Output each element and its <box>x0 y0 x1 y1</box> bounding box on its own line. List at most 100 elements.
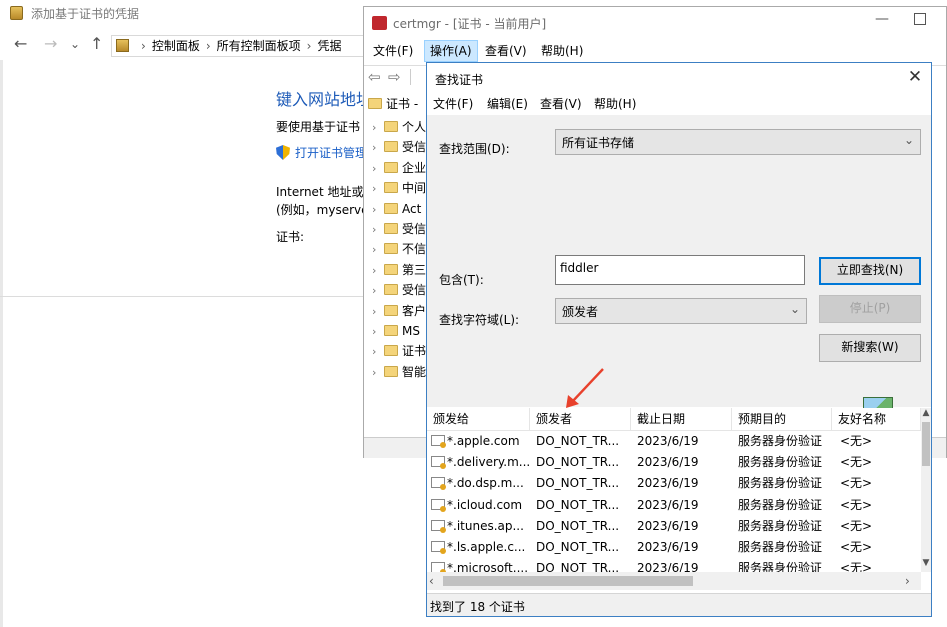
chevron-right-icon: › <box>372 161 377 175</box>
folder-icon <box>384 202 398 214</box>
column-purpose[interactable]: 预期目的 <box>732 408 832 430</box>
result-count: 找到了 18 个证书 <box>430 600 525 614</box>
table-row[interactable]: *.ls.apple.c... DO_NOT_TR... 2023/6/19 服务器身… <box>427 537 921 558</box>
certmgr-menubar: 文件(F) 操作(A) 查看(V) 帮助(H) <box>364 40 946 62</box>
window-edge <box>0 60 3 627</box>
table-cell: DO_NOT_TR... <box>536 455 620 470</box>
table-cell: <无> <box>840 434 873 448</box>
find-certificates-dialog: 查找证书 ✕ 文件(F) 编辑(E) 查看(V) 帮助(H) 查找范围(D): … <box>426 62 932 617</box>
certmgr-tree: 证书 - › 个人 › 受信 › 企业 › 中间 › Act › 受信 › 不信 › 第三 › 受信 › 客户 › MS ›… <box>364 91 426 431</box>
scroll-down-icon[interactable]: ▼ <box>921 558 931 570</box>
scroll-up-icon[interactable]: ▲ <box>921 408 931 420</box>
certificate-label: 证书: <box>276 230 305 244</box>
table-row[interactable]: *.icloud.com DO_NOT_TR... 2023/6/19 服务器身份验证… <box>427 495 921 516</box>
tree-item[interactable]: › 受信 <box>372 219 432 239</box>
table-cell: <无> <box>840 540 873 554</box>
find-now-button[interactable]: 立即查找(N) <box>819 257 921 285</box>
window-title: 添加基于证书的凭据 <box>31 7 140 21</box>
breadcrumb-credentials[interactable]: 凭据 <box>317 39 341 53</box>
table-cell: DO_NOT_TR... <box>536 434 620 448</box>
chevron-right-icon: › <box>306 39 312 53</box>
folder-icon <box>384 365 398 377</box>
certificate-icon <box>431 477 446 491</box>
vertical-scrollbar[interactable]: ▲ ▼ <box>921 408 931 572</box>
tree-item[interactable]: › 客户 <box>372 301 432 321</box>
credential-icon <box>10 6 23 20</box>
table-cell: <无> <box>840 455 873 470</box>
table-cell: 服务器身份验证 <box>738 497 823 512</box>
up-arrow-icon[interactable]: ↑ <box>90 34 103 54</box>
horizontal-scrollbar[interactable]: ‹ › <box>427 572 921 590</box>
new-search-button[interactable]: 新搜索(W) <box>819 334 921 362</box>
menu-action[interactable]: 操作(A) <box>424 40 478 62</box>
dialog-menu-view[interactable]: 查看(V) <box>540 95 582 112</box>
open-cert-manager-link[interactable]: 打开证书管理 <box>276 144 367 161</box>
column-expiration[interactable]: 截止日期 <box>631 408 732 430</box>
minimize-icon[interactable]: — <box>872 11 892 31</box>
table-cell: *.do.dsp.m... <box>431 473 529 494</box>
table-cell: *.itunes.ap... <box>431 516 529 537</box>
table-cell: *.delivery.m... <box>431 452 529 473</box>
table-row[interactable]: *.do.dsp.m... DO_NOT_TR... 2023/6/19 服务器身份验… <box>427 473 921 494</box>
tree-item[interactable]: › 智能 <box>372 362 432 382</box>
forward-toolbar-icon[interactable]: ⇨ <box>388 68 401 86</box>
table-cell: 服务器身份验证 <box>738 518 823 533</box>
table-row[interactable]: *.delivery.m... DO_NOT_TR... 2023/6/19 服务器身… <box>427 452 921 473</box>
breadcrumb-control-panel[interactable]: 控制面板 <box>152 39 200 53</box>
scroll-left-icon[interactable]: ‹ <box>429 574 434 588</box>
back-toolbar-icon[interactable]: ⇦ <box>368 68 381 86</box>
tree-item[interactable]: › 受信 <box>372 280 432 300</box>
address-bar[interactable]: › 控制面板 › 所有控制面板项 › 凭据 <box>111 35 365 57</box>
table-cell: 2023/6/19 <box>637 455 699 470</box>
folder-icon <box>384 304 398 316</box>
table-cell: DO_NOT_TR... <box>536 497 620 512</box>
folder-icon <box>384 121 398 132</box>
scroll-right-icon[interactable]: › <box>905 574 910 588</box>
dialog-menu-file[interactable]: 文件(F) <box>433 95 473 112</box>
tree-item[interactable]: › 第三 <box>372 260 432 280</box>
chevron-right-icon: › <box>372 365 377 379</box>
table-cell: 2023/6/19 <box>637 476 699 491</box>
table-row[interactable]: *.apple.com DO_NOT_TR... 2023/6/19 服务器身份验证 <… <box>427 431 921 452</box>
contains-input[interactable]: fiddler <box>555 255 805 285</box>
maximize-icon[interactable] <box>914 13 926 25</box>
tree-item[interactable]: › 不信 <box>372 239 432 259</box>
column-issued-to[interactable]: 颁发给 <box>427 408 530 430</box>
breadcrumb-all-items[interactable]: 所有控制面板项 <box>217 39 301 53</box>
close-icon[interactable]: ✕ <box>903 65 927 89</box>
chevron-right-icon: › <box>372 121 377 134</box>
scroll-thumb[interactable] <box>922 422 930 466</box>
stop-button[interactable]: 停止(P) <box>819 295 921 323</box>
tree-item[interactable]: › 中间 <box>372 178 432 198</box>
menu-help[interactable]: 帮助(H) <box>536 40 588 62</box>
scroll-thumb[interactable] <box>443 576 693 586</box>
tree-item[interactable]: › Act <box>372 199 432 219</box>
shield-icon <box>276 145 290 160</box>
search-field-dropdown[interactable]: 颁发者 ⌄ <box>555 298 807 324</box>
tree-item[interactable]: › 受信 <box>372 137 432 157</box>
chevron-right-icon: › <box>372 304 377 318</box>
table-cell: 服务器身份验证 <box>738 455 823 470</box>
column-friendly-name[interactable]: 友好名称 <box>832 408 921 430</box>
folder-icon <box>384 243 398 255</box>
tree-root[interactable]: 证书 - <box>368 94 428 114</box>
tree-item[interactable]: › 企业 <box>372 158 432 178</box>
certificate-icon <box>431 456 446 470</box>
menu-view[interactable]: 查看(V) <box>480 40 532 62</box>
forward-arrow-icon[interactable]: → <box>44 34 57 54</box>
back-arrow-icon[interactable]: ← <box>14 34 27 54</box>
table-cell: 服务器身份验证 <box>738 434 823 448</box>
tree-item[interactable]: › 证书 <box>372 341 432 361</box>
table-row[interactable]: *.itunes.ap... DO_NOT_TR... 2023/6/19 服务器身份… <box>427 516 921 537</box>
menu-file[interactable]: 文件(F) <box>368 40 418 62</box>
dialog-menu-help[interactable]: 帮助(H) <box>594 95 636 112</box>
scope-dropdown[interactable]: 所有证书存储 ⌄ <box>555 129 921 155</box>
chevron-down-icon: ⌄ <box>903 133 914 147</box>
recent-locations-chevron-icon[interactable]: ⌄ <box>70 34 80 54</box>
dialog-menu-edit[interactable]: 编辑(E) <box>487 95 528 112</box>
tree-item[interactable]: › 个人 <box>372 117 432 137</box>
tree-item[interactable]: › MS <box>372 321 432 341</box>
certmgr-app-icon <box>372 16 387 30</box>
scope-label: 查找范围(D): <box>439 142 510 156</box>
chevron-right-icon: › <box>141 39 146 53</box>
